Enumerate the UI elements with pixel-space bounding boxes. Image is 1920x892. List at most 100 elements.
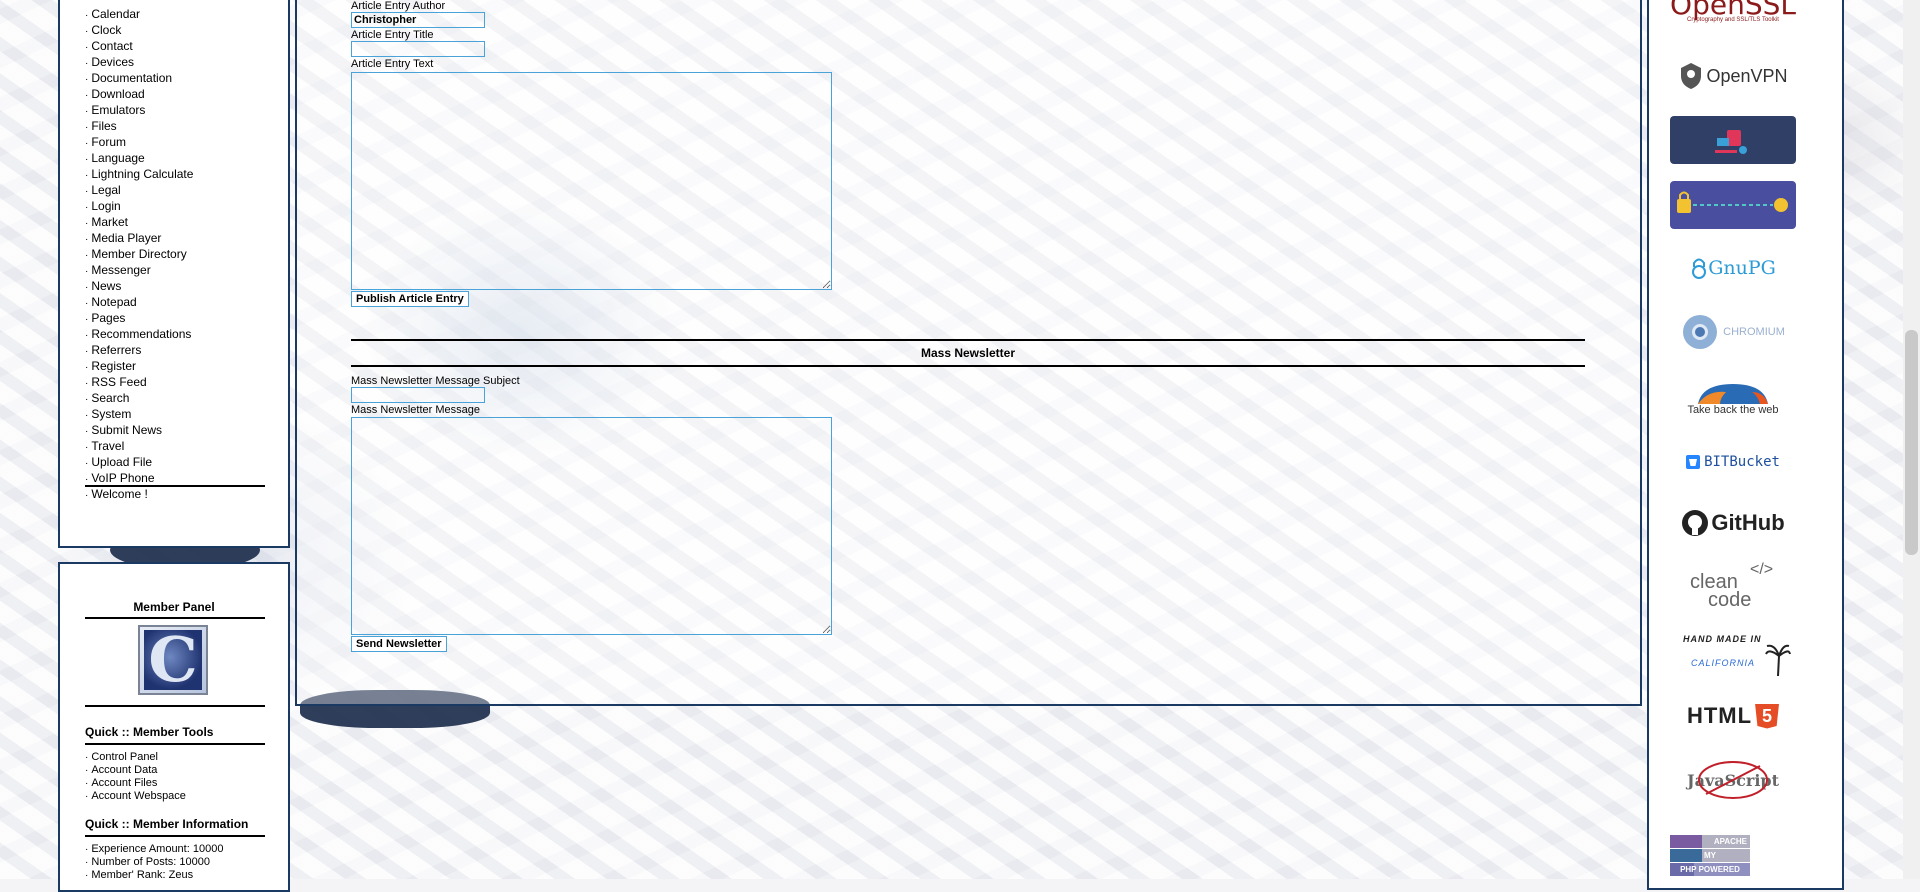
lock-key-illustration-icon [1715,130,1747,154]
handmade-california-logo[interactable]: HAND MADE IN CALIFORNIA [1670,629,1796,681]
nav-link[interactable]: · Pages [85,310,265,326]
gnupg-lock-icon [1692,258,1707,279]
apache-badge[interactable]: APACHE [1670,835,1750,848]
nav-link[interactable]: · Recommendations [85,326,265,342]
nav-link[interactable]: · RSS Feed [85,374,265,390]
nav-link-label: Clock [91,23,122,37]
encryption-illustration-badge[interactable] [1670,116,1796,164]
nav-link[interactable]: · Messenger [85,262,265,278]
nav-link[interactable]: · Legal [85,182,265,198]
member-info-item[interactable]: · Member' Rank: Zeus [85,869,223,882]
nav-link[interactable]: · Forum [85,134,265,150]
chromium-logo[interactable]: CHROMIUM [1670,308,1796,356]
member-info-item-label: Number of Posts: 10000 [91,856,210,868]
divider [85,743,265,745]
nav-link-label: Referrers [91,343,142,357]
member-info-list: · Experience Amount: 10000 · Number of Post… [85,843,223,882]
nav-link[interactable]: · Clock [85,22,265,38]
nav-link[interactable]: · Lightning Calculate [85,166,265,182]
nav-link-label: Lightning Calculate [91,167,194,181]
nav-link[interactable]: · Media Player [85,230,265,246]
nav-link-label: Travel [91,439,125,453]
nav-link[interactable]: · Register [85,358,265,374]
openssl-logo-text: OpenSSL [1670,0,1796,21]
nav-link[interactable]: · Upload File [85,454,265,470]
firefox-logo[interactable]: Take back the web [1670,374,1796,422]
padlock-key-icon [1677,191,1788,213]
bullet-icon: · [85,490,89,501]
no-javascript-logo[interactable]: JavaScript [1670,758,1796,802]
page-scrollbar[interactable] [1903,0,1920,879]
member-info-heading: Quick :: Member Information [85,817,249,831]
nav-link-label: Download [91,87,145,101]
nav-link[interactable]: · Welcome ! [85,486,265,502]
member-tool-link[interactable]: · Account Data [85,764,186,777]
nav-link[interactable]: · News [85,278,265,294]
bullet-icon: · [85,138,89,149]
bitbucket-logo[interactable]: BITBucket [1670,438,1796,486]
bullet-icon: · [85,346,89,357]
scrollbar-thumb[interactable] [1905,330,1918,555]
divider [85,835,265,837]
nav-link[interactable]: · Referrers [85,342,265,358]
member-tool-link[interactable]: · Account Files [85,777,186,790]
member-tool-link[interactable]: · Control Panel [85,751,186,764]
nav-link[interactable]: · Calendar [85,6,265,22]
publish-article-button[interactable]: Publish Article Entry [351,291,469,307]
nav-link-label: Upload File [91,455,153,469]
newsletter-subject-label: Mass Newsletter Message Subject [351,375,520,387]
nav-link[interactable]: · Contact [85,38,265,54]
send-newsletter-button[interactable]: Send Newsletter [351,636,447,652]
handmade-california-mark: HAND MADE IN CALIFORNIA [1673,630,1793,680]
article-title-input[interactable] [351,41,485,57]
bullet-icon: · [85,298,89,309]
article-text-area[interactable] [351,72,832,290]
nav-link[interactable]: · Language [85,150,265,166]
encryption-key-badge[interactable] [1670,181,1796,229]
html5-logo[interactable]: HTML 5 [1670,695,1796,737]
nav-link[interactable]: · VoIP Phone [85,470,265,486]
openssl-logo[interactable]: OpenSSL Cryptography and SSL/TLS Toolkit [1670,0,1796,30]
nav-link[interactable]: · Market [85,214,265,230]
california-text: CALIFORNIA [1691,658,1756,668]
nav-link[interactable]: · System [85,406,265,422]
member-tool-link[interactable]: · Account Webspace [85,790,186,803]
nav-link[interactable]: · Notepad [85,294,265,310]
nav-link[interactable]: · Search [85,390,265,406]
nav-link[interactable]: · Submit News [85,422,265,438]
bullet-icon: · [85,870,89,881]
article-author-input[interactable] [351,12,485,28]
bullet-icon: · [85,170,89,181]
nav-link[interactable]: · Login [85,198,265,214]
nav-link-label: Search [91,391,130,405]
php-badge[interactable]: PHP POWERED [1670,863,1750,876]
avatar[interactable]: C [138,625,208,695]
clean-code-logo[interactable]: clean code </> [1670,559,1796,615]
openvpn-logo[interactable]: OpenVPN [1670,52,1796,100]
gnupg-logo[interactable]: GnuPG [1670,244,1796,292]
member-info-item[interactable]: · Number of Posts: 10000 [85,856,223,869]
github-logo[interactable]: GitHub [1670,499,1796,547]
nav-link[interactable]: · Member Directory [85,246,265,262]
logo-sidebar: OpenSSL Cryptography and SSL/TLS Toolkit… [1647,0,1844,890]
bullet-icon: · [85,58,89,69]
member-info-item[interactable]: · Experience Amount: 10000 [85,843,223,856]
nav-link[interactable]: · Travel [85,438,265,454]
newsletter-subject-input[interactable] [351,387,485,403]
bullet-icon: · [85,765,89,776]
nav-link[interactable]: · Documentation [85,70,265,86]
bullet-icon: · [85,442,89,453]
mysql-badge[interactable]: MY [1670,849,1750,862]
nav-link[interactable]: · Devices [85,54,265,70]
nav-link[interactable]: · Files [85,118,265,134]
member-info-item-label: Member' Rank: Zeus [91,869,194,881]
newsletter-message-area[interactable] [351,417,832,635]
article-text-label: Article Entry Text [351,58,434,70]
bitbucket-icon [1686,455,1701,469]
bullet-icon: · [85,42,89,53]
nav-link-label: Devices [91,55,135,69]
nav-link[interactable]: · Download [85,86,265,102]
bullet-icon: · [85,474,89,485]
github-octocat-icon [1682,510,1709,536]
nav-link[interactable]: · Emulators [85,102,265,118]
